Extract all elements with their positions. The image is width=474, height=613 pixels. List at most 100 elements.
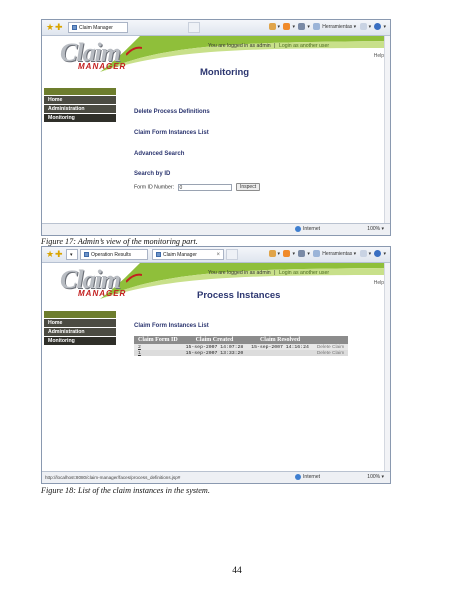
new-tab-button[interactable] xyxy=(188,22,200,33)
table-row: 1 15-sep-2007 13:33:20 Delete Claim xyxy=(134,350,349,356)
sidebar: Home Administration Monitoring xyxy=(44,311,116,346)
browser-tab-claim-manager[interactable]: Claim Manager xyxy=(68,22,128,33)
form-id-input[interactable]: 0 xyxy=(177,183,232,191)
column-header-claim-form-id[interactable]: Claim Form ID xyxy=(134,336,182,344)
login-separator: | xyxy=(274,43,276,49)
delete-claim-link[interactable]: Delete Claim xyxy=(312,350,349,356)
claim-created-cell: 15-sep-2007 13:33:20 xyxy=(181,350,248,356)
page-favicon-icon xyxy=(72,25,77,31)
column-header-claim-resolved[interactable]: Claim Resolved xyxy=(247,336,313,344)
status-bar: http://localhost:8080/claim-manager/face… xyxy=(42,471,390,483)
page-favicon-icon xyxy=(156,252,161,258)
claim-id-link[interactable]: 1 xyxy=(134,350,182,356)
status-bar: Internet 100% ▾ xyxy=(42,223,390,235)
logged-in-text: You are logged in as admin xyxy=(208,270,271,276)
claim-instances-table: Claim Form ID Claim Created Claim Resolv… xyxy=(134,336,349,356)
zoom-level: 100% xyxy=(367,226,381,232)
sidebar-accent xyxy=(44,88,116,95)
claim-form-instances-link[interactable]: Claim Form Instances List xyxy=(134,130,209,136)
close-icon[interactable]: × xyxy=(216,250,220,261)
figure-17-caption: Figure 17: Admin’s view of the monitorin… xyxy=(41,237,198,246)
sidebar-accent xyxy=(44,311,116,318)
home-icon[interactable] xyxy=(268,250,276,258)
login-another-user-link[interactable]: Login as another user xyxy=(279,270,329,276)
print-icon[interactable] xyxy=(298,23,306,31)
browser-toolbar: ★ ✚ ▾ Operation Results Claim Manager × … xyxy=(42,247,390,263)
login-separator: | xyxy=(274,270,276,276)
feeds-icon[interactable] xyxy=(283,23,291,31)
home-icon[interactable] xyxy=(268,23,276,31)
claim-manager-logo[interactable]: Claim MANAGER xyxy=(50,38,142,80)
search-by-id-link[interactable]: Search by ID xyxy=(134,171,170,177)
command-bar: ▾ ▾ ▾ Herramientas ▾ ▾ ▾ xyxy=(267,22,386,33)
claim-resolved-cell: 15-sep-2007 14:16:24 xyxy=(247,344,313,350)
table-header-row: Claim Form ID Claim Created Claim Resolv… xyxy=(134,336,349,344)
add-favorite-icon[interactable]: ✚ xyxy=(55,249,63,259)
help-link[interactable]: Help xyxy=(374,53,384,59)
zone-label: Internet xyxy=(303,474,320,480)
quick-tabs-button[interactable]: ▾ xyxy=(66,249,78,260)
favorite-star-icon[interactable]: ★ xyxy=(46,249,54,259)
form-id-label: Form ID Number: xyxy=(134,184,175,191)
tab-label: Claim Manager xyxy=(163,252,197,258)
sidebar-item-administration[interactable]: Administration xyxy=(44,328,116,336)
add-favorite-icon[interactable]: ✚ xyxy=(55,22,63,32)
column-header-claim-created[interactable]: Claim Created xyxy=(181,336,248,344)
zoom-control[interactable]: 100% ▾ xyxy=(367,473,384,482)
sidebar-item-home[interactable]: Home xyxy=(44,96,116,104)
vertical-scrollbar[interactable] xyxy=(384,263,390,471)
login-bar: You are logged in as admin | Login as an… xyxy=(162,42,390,50)
tools-menu[interactable]: Herramientas xyxy=(322,24,352,30)
sidebar-item-monitoring[interactable]: Monitoring xyxy=(44,337,116,345)
logo-subtitle: MANAGER xyxy=(78,289,127,298)
help-icon[interactable] xyxy=(374,250,382,258)
print-icon[interactable] xyxy=(298,250,306,258)
help-icon[interactable] xyxy=(374,23,382,31)
security-zone: Internet xyxy=(295,225,320,234)
help-link[interactable]: Help xyxy=(374,280,384,286)
login-bar: You are logged in as admin | Login as an… xyxy=(162,269,390,277)
login-another-user-link[interactable]: Login as another user xyxy=(279,43,329,49)
figure-18-caption: Figure 18: List of the claim instances i… xyxy=(41,486,210,495)
feeds-icon[interactable] xyxy=(283,250,291,258)
figure18-screenshot: ★ ✚ ▾ Operation Results Claim Manager × … xyxy=(41,246,391,484)
page-favicon-icon xyxy=(84,252,89,258)
sidebar-item-administration[interactable]: Administration xyxy=(44,105,116,113)
favorite-star-icon[interactable]: ★ xyxy=(46,22,54,32)
section-title: Claim Form Instances List xyxy=(134,323,209,329)
web-page: Claim MANAGER You are logged in as admin… xyxy=(42,36,390,223)
sidebar-item-monitoring[interactable]: Monitoring xyxy=(44,114,116,122)
page-title: Monitoring xyxy=(200,67,250,78)
new-tab-button[interactable] xyxy=(226,249,238,260)
claim-resolved-cell xyxy=(247,350,313,356)
command-bar: ▾ ▾ ▾ Herramientas ▾ ▾ ▾ xyxy=(267,249,386,260)
browser-tab-claim-manager[interactable]: Claim Manager × xyxy=(152,249,224,260)
tab-label: Operation Results xyxy=(91,252,132,258)
sidebar-item-home[interactable]: Home xyxy=(44,319,116,327)
security-zone: Internet xyxy=(295,473,320,482)
page-icon[interactable] xyxy=(359,250,367,258)
claim-created-cell: 15-sep-2007 14:07:28 xyxy=(181,344,248,350)
page-icon[interactable] xyxy=(359,23,367,31)
delete-claim-link[interactable]: Delete Claim xyxy=(312,344,349,350)
inspect-button[interactable]: Inspect xyxy=(235,183,261,191)
advanced-search-link[interactable]: Advanced Search xyxy=(134,151,184,157)
vertical-scrollbar[interactable] xyxy=(384,36,390,223)
logo-swoosh-icon xyxy=(126,46,142,56)
browser-toolbar: ★ ✚ Claim Manager ▾ ▾ ▾ Herramientas ▾ ▾… xyxy=(42,20,390,36)
delete-process-definitions-link[interactable]: Delete Process Definitions xyxy=(134,109,210,115)
logged-in-text: You are logged in as admin xyxy=(208,43,271,49)
tools-icon xyxy=(313,23,321,31)
column-header-actions xyxy=(312,336,349,344)
web-page: Claim MANAGER You are logged in as admin… xyxy=(42,263,390,471)
tab-label: Claim Manager xyxy=(79,25,113,31)
browser-tab-operation-results[interactable]: Operation Results xyxy=(80,249,148,260)
zone-label: Internet xyxy=(303,226,320,232)
claim-manager-logo[interactable]: Claim MANAGER xyxy=(50,265,142,307)
zoom-control[interactable]: 100% ▾ xyxy=(367,225,384,234)
status-url: http://localhost:8080/claim-manager/face… xyxy=(45,475,181,480)
logo-subtitle: MANAGER xyxy=(78,62,127,71)
logo-swoosh-icon xyxy=(126,273,142,283)
tools-icon xyxy=(313,250,321,258)
tools-menu[interactable]: Herramientas xyxy=(322,251,352,257)
